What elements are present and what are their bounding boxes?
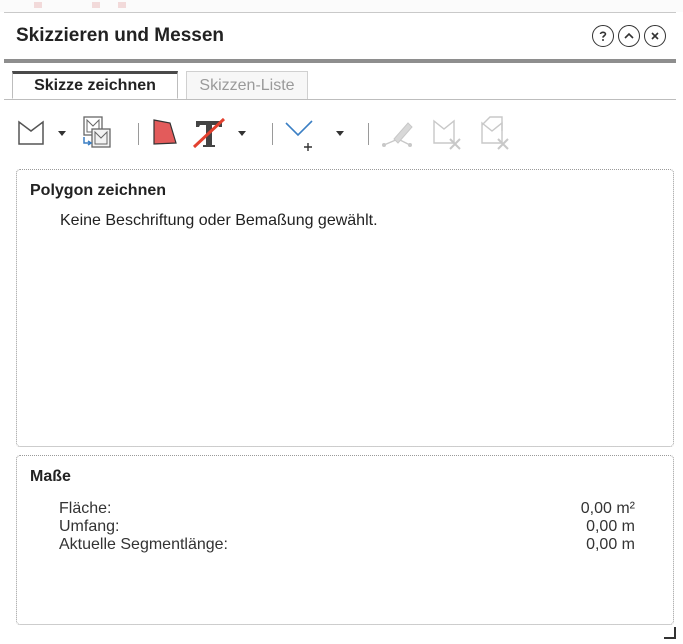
delete-shape-icon: [433, 119, 461, 150]
sketch-measure-panel: Skizzieren und Messen Skizze zeichnen Sk…: [4, 12, 676, 641]
text-style-dropdown[interactable]: [238, 131, 246, 136]
edit-vertices-icon: [382, 122, 413, 147]
close-icon: [651, 32, 659, 40]
measure-label: Fläche:: [59, 500, 112, 517]
toolbar-separator: [138, 123, 139, 145]
delete-all-button[interactable]: [478, 113, 514, 156]
resize-handle[interactable]: [664, 627, 676, 639]
measure-label: Aktuelle Segmentlänge:: [59, 536, 228, 553]
measures-section: Maße Fläche: 0,00 m² Umfang: 0,00 m Aktu…: [16, 455, 674, 625]
panel-header: Skizzieren und Messen: [4, 13, 676, 63]
measure-value: 0,00 m²: [580, 500, 635, 517]
map-fragment: [118, 2, 126, 8]
copy-sketch-icon: [83, 116, 111, 148]
measure-row-perimeter: Umfang: 0,00 m: [59, 518, 635, 538]
panel-title: Skizzieren und Messen: [16, 25, 225, 46]
section-title: Polygon zeichnen: [30, 182, 167, 199]
measure-row-area: Fläche: 0,00 m²: [59, 500, 635, 520]
help-button[interactable]: [592, 25, 614, 47]
delete-shape-button[interactable]: [430, 117, 464, 156]
polygon-select-icon: [18, 120, 44, 145]
section-message: Keine Beschriftung oder Bemaßung gewählt…: [60, 212, 378, 229]
drawing-toolbar: [4, 105, 676, 161]
collapse-button[interactable]: [618, 25, 640, 47]
measure-value: 0,00 m: [586, 536, 635, 553]
polygon-tool-button[interactable]: [16, 117, 46, 152]
drawing-info-section: Polygon zeichnen Keine Beschriftung oder…: [16, 169, 674, 447]
copy-sketch-button[interactable]: [80, 115, 114, 156]
text-style-button[interactable]: [192, 117, 226, 154]
tab-bar: Skizze zeichnen Skizzen-Liste: [4, 63, 676, 100]
background-map-strip: [0, 0, 683, 12]
measure-row-segment: Aktuelle Segmentlänge: 0,00 m: [59, 536, 635, 556]
add-vertex-dropdown[interactable]: [336, 131, 344, 136]
question-mark-icon: [599, 31, 607, 41]
section-title: Maße: [30, 468, 71, 485]
fill-color-button[interactable]: [150, 117, 180, 152]
measure-value: 0,00 m: [586, 518, 635, 535]
tab-skizze-zeichnen[interactable]: Skizze zeichnen: [12, 71, 178, 99]
close-button[interactable]: [644, 25, 666, 47]
polygon-tool-dropdown[interactable]: [58, 131, 66, 136]
toolbar-separator: [368, 123, 369, 145]
edit-vertices-button[interactable]: [380, 117, 416, 156]
map-fragment: [34, 2, 42, 8]
add-vertex-icon: [285, 120, 313, 151]
measure-label: Umfang:: [59, 518, 120, 535]
tab-skizzen-liste[interactable]: Skizzen-Liste: [186, 71, 308, 99]
delete-all-icon: [481, 116, 509, 150]
fill-color-icon: [153, 119, 177, 145]
map-fragment: [92, 2, 100, 8]
toolbar-separator: [272, 123, 273, 145]
text-strike-icon: [192, 117, 226, 149]
header-buttons: [592, 25, 666, 47]
chevron-up-icon: [624, 32, 634, 39]
add-vertex-button[interactable]: [282, 117, 318, 158]
